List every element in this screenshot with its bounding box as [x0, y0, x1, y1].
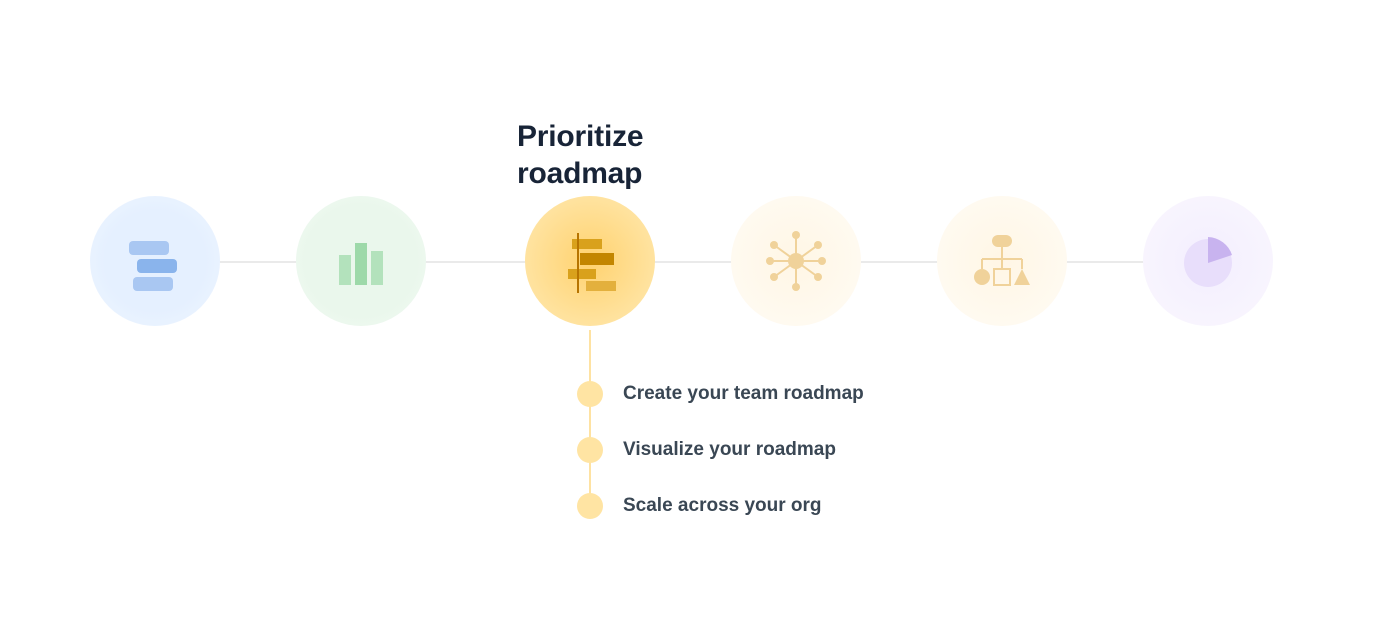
step-node-6[interactable]: [1143, 196, 1273, 326]
org-shapes-icon: [962, 221, 1042, 301]
bullet-dot-icon: [577, 381, 603, 407]
stacked-bars-icon: [115, 221, 195, 301]
title-line-1: Prioritize: [517, 120, 643, 153]
active-step-connector: [589, 330, 591, 510]
bullet-label: Create your team roadmap: [623, 383, 864, 405]
step-node-2[interactable]: [296, 196, 426, 326]
workflow-stepper: Prioritize roadmap: [0, 0, 1377, 638]
gantt-icon: [550, 221, 630, 301]
bullet-label: Scale across your org: [623, 495, 822, 517]
bullet-item-3[interactable]: Scale across your org: [577, 493, 822, 519]
step-node-3[interactable]: [525, 196, 655, 326]
bullet-dot-icon: [577, 437, 603, 463]
step-node-1[interactable]: [90, 196, 220, 326]
network-icon: [756, 221, 836, 301]
step-node-4[interactable]: [731, 196, 861, 326]
bullet-dot-icon: [577, 493, 603, 519]
bar-chart-icon: [321, 221, 401, 301]
bullet-label: Visualize your roadmap: [623, 439, 836, 461]
pie-icon: [1168, 221, 1248, 301]
step-node-5[interactable]: [937, 196, 1067, 326]
title-line-2: roadmap: [517, 157, 642, 190]
bullet-item-1[interactable]: Create your team roadmap: [577, 381, 864, 407]
bullet-item-2[interactable]: Visualize your roadmap: [577, 437, 836, 463]
active-step-title: Prioritize roadmap: [517, 118, 643, 193]
